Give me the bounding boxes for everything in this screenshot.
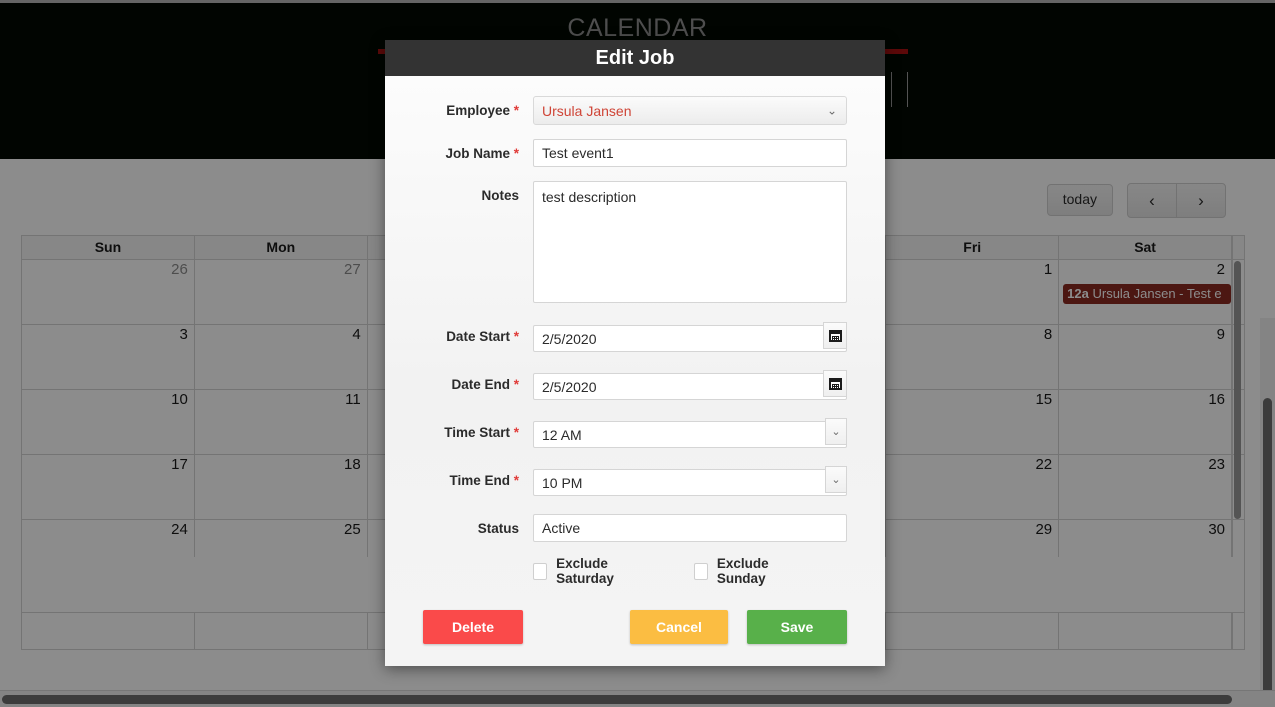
save-button[interactable]: Save	[747, 610, 847, 644]
delete-button[interactable]: Delete	[423, 610, 523, 644]
exclude-days-row: Exclude Saturday Exclude Sunday	[385, 556, 847, 586]
status-label: Status	[385, 514, 533, 536]
time-start-label: Time Start *	[385, 418, 533, 440]
time-end-field-wrap: ⌄	[533, 466, 847, 500]
time-end-control: ⌄	[533, 466, 847, 500]
chevron-down-icon: ⌄	[831, 474, 841, 486]
date-start-field-wrap	[533, 322, 847, 356]
date-end-label: Date End *	[385, 370, 533, 392]
status-field-wrap	[533, 514, 847, 542]
calendar-icon	[828, 329, 842, 342]
status-input[interactable]	[533, 514, 847, 542]
date-end-required-marker: *	[513, 377, 519, 392]
exclude-saturday-item[interactable]: Exclude Saturday	[533, 556, 648, 586]
exclude-saturday-checkbox[interactable]	[533, 562, 548, 580]
time-end-dropdown-button[interactable]: ⌄	[825, 466, 847, 493]
job-name-label: Job Name *	[385, 139, 533, 161]
job-name-required-marker: *	[513, 146, 519, 161]
employee-select-value: Ursula Jansen	[542, 102, 632, 119]
notes-label-text: Notes	[481, 188, 519, 203]
time-end-label-text: Time End	[449, 473, 510, 488]
employee-label-text: Employee	[446, 103, 510, 118]
field-row-time-start: Time Start * ⌄	[385, 418, 847, 452]
job-name-input[interactable]	[533, 139, 847, 167]
field-row-time-end: Time End * ⌄	[385, 466, 847, 500]
date-end-picker-button[interactable]	[823, 370, 847, 397]
time-start-control: ⌄	[533, 418, 847, 452]
chevron-down-icon: ⌄	[826, 102, 837, 117]
modal-body: Employee * Ursula Jansen ⌄ Job Name * Te…	[385, 76, 885, 586]
exclude-sunday-checkbox[interactable]	[693, 562, 708, 580]
modal-title: Edit Job	[385, 40, 885, 76]
job-name-label-text: Job Name	[445, 146, 510, 161]
date-end-label-text: Date End	[451, 377, 510, 392]
calendar-icon	[828, 377, 842, 390]
date-end-field-wrap	[533, 370, 847, 404]
field-row-date-end: Date End *	[385, 370, 847, 404]
time-end-input[interactable]	[533, 469, 847, 496]
time-end-label: Time End *	[385, 466, 533, 488]
date-end-control	[533, 370, 847, 404]
employee-field-wrap: Ursula Jansen ⌄	[533, 96, 847, 125]
employee-required-marker: *	[513, 103, 519, 118]
field-row-date-start: Date Start *	[385, 322, 847, 356]
field-row-notes: Notes test description	[385, 181, 847, 308]
date-start-label: Date Start *	[385, 322, 533, 344]
date-start-label-text: Date Start	[446, 329, 510, 344]
field-row-status: Status	[385, 514, 847, 542]
field-row-job-name: Job Name *	[385, 139, 847, 167]
time-end-required-marker: *	[513, 473, 519, 488]
modal-footer: Delete Cancel Save	[385, 602, 885, 666]
exclude-saturday-label: Exclude Saturday	[556, 556, 614, 586]
notes-label: Notes	[385, 181, 533, 203]
date-start-input[interactable]	[533, 325, 847, 352]
edit-job-modal: Edit Job Employee * Ursula Jansen ⌄ Job …	[385, 40, 885, 666]
time-start-field-wrap: ⌄	[533, 418, 847, 452]
time-start-dropdown-button[interactable]: ⌄	[825, 418, 847, 445]
employee-label: Employee *	[385, 96, 533, 118]
field-row-employee: Employee * Ursula Jansen ⌄	[385, 96, 847, 125]
screen: CALENDAR today ‹ › SunMonTueWedThuFriSat…	[0, 0, 1275, 707]
date-start-picker-button[interactable]	[823, 322, 847, 349]
employee-select[interactable]: Ursula Jansen ⌄	[533, 96, 847, 125]
chevron-down-icon: ⌄	[831, 426, 841, 438]
job-name-field-wrap	[533, 139, 847, 167]
time-start-required-marker: *	[513, 425, 519, 440]
notes-textarea[interactable]: test description	[533, 181, 847, 303]
time-start-label-text: Time Start	[444, 425, 510, 440]
exclude-sunday-item[interactable]: Exclude Sunday	[693, 556, 801, 586]
notes-field-wrap: test description	[533, 181, 847, 308]
date-end-input[interactable]	[533, 373, 847, 400]
date-start-control	[533, 322, 847, 356]
time-start-input[interactable]	[533, 421, 847, 448]
cancel-button[interactable]: Cancel	[630, 610, 728, 644]
exclude-sunday-label: Exclude Sunday	[716, 556, 769, 586]
status-label-text: Status	[477, 521, 519, 536]
date-start-required-marker: *	[513, 329, 519, 344]
